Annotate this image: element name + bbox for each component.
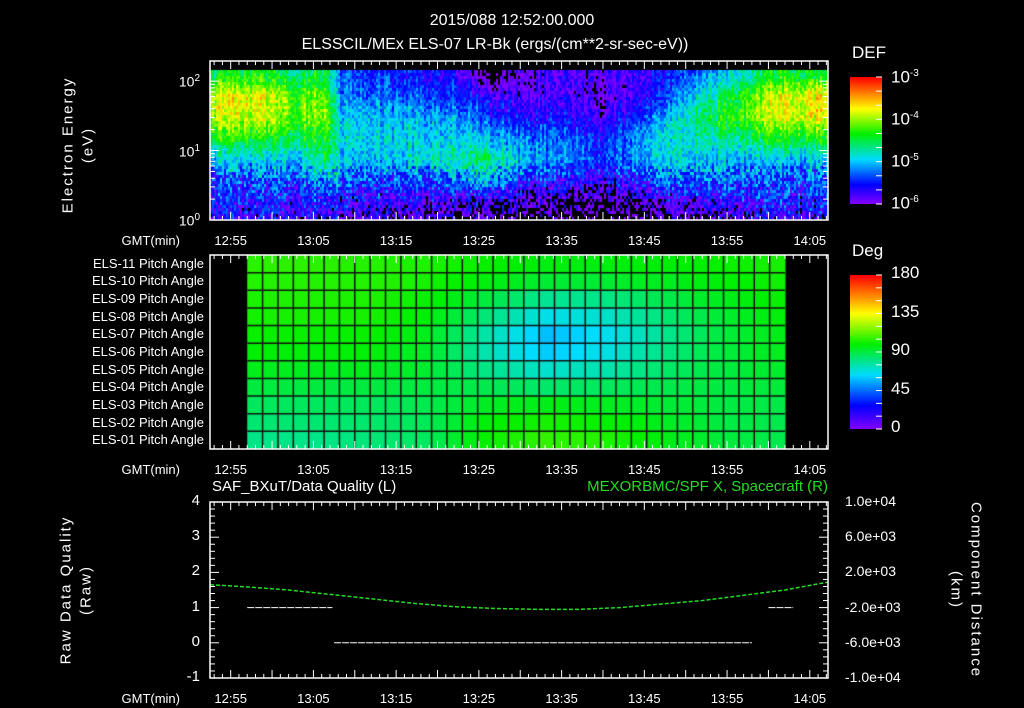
def-colorbar-tick: 10-4: [891, 109, 919, 129]
deg-colorbar-tick: 0: [891, 417, 901, 436]
deg-colorbar-tick: 90: [891, 340, 910, 359]
def-colorbar-tick-exponent: -3: [909, 68, 919, 79]
energy-tick-label-exponent: 1: [194, 142, 200, 154]
pitch-angle-row-label: ELS-01 Pitch Angle: [91, 432, 204, 448]
quality-tick-label: 4: [191, 492, 200, 509]
gmt-axis-label: GMT(min): [121, 462, 181, 477]
time-tick-label: 13:15: [379, 462, 413, 477]
quality-tick-label: 2: [191, 562, 200, 580]
deg-colorbar-tick: 180: [891, 263, 920, 282]
energy-tick-label-exponent: 0: [194, 212, 200, 223]
quality-tick-label: -1: [186, 668, 200, 685]
pitch-angle-row-label: ELS-10 Pitch Angle: [91, 273, 204, 289]
time-tick-label: 13:35: [545, 691, 578, 706]
time-tick-label: 13:45: [628, 233, 661, 248]
deg-colorbar-tick: 45: [891, 378, 910, 398]
time-tick-label: 13:55: [710, 462, 744, 477]
distance-tick-label: -1.0e+04: [845, 669, 901, 685]
gmt-axis-label: GMT(min): [121, 233, 181, 248]
time-tick-label: 12:55: [214, 233, 247, 248]
pitch-angle-row-label: ELS-04 Pitch Angle: [91, 379, 204, 395]
time-tick-label: 13:05: [297, 691, 330, 706]
time-tick-label: 13:15: [379, 691, 413, 706]
distance-tick-label: 2.0e+03: [845, 563, 896, 580]
energy-tick-label: 101: [178, 142, 200, 160]
time-tick-label: 13:55: [710, 691, 744, 706]
quality-axes-box: [209, 501, 829, 679]
time-tick-label: 13:45: [628, 462, 661, 477]
spf-x-line: [209, 581, 829, 611]
distance-tick-label: -2.0e+03: [845, 598, 901, 615]
pitch-angle-row-label: ELS-05 Pitch Angle: [91, 361, 204, 377]
time-tick-label: 14:05: [793, 691, 827, 706]
time-tick-label: 12:55: [214, 462, 247, 477]
pitch-angle-row-label: ELS-02 Pitch Angle: [91, 414, 204, 430]
def-colorbar-tick-exponent: -4: [909, 110, 919, 121]
pitch-angle-row-label: ELS-07 Pitch Angle: [91, 326, 204, 342]
energy-axes-box: [209, 60, 829, 221]
pitch-angle-row-label: ELS-11 Pitch Angle: [92, 255, 204, 271]
time-tick-label: 13:35: [545, 462, 578, 477]
distance-tick-label: -6.0e+03: [845, 633, 901, 650]
quality-tick-label: 3: [191, 527, 200, 545]
time-tick-label: 13:15: [379, 233, 413, 248]
time-tick-label: 13:25: [462, 462, 496, 477]
time-tick-label: 13:45: [628, 691, 661, 706]
time-tick-label: 12:55: [214, 691, 247, 706]
time-tick-label: 13:05: [297, 462, 330, 477]
def-colorbar-tick: 10-5: [891, 151, 919, 171]
pitch-angle-row-label: ELS-03 Pitch Angle: [91, 396, 204, 412]
gmt-axis-label: GMT(min): [121, 691, 181, 706]
def-colorbar-tick-exponent: -5: [909, 152, 919, 163]
def-colorbar-tick: 10-3: [891, 67, 919, 87]
quality-tick-label: 1: [191, 597, 200, 615]
energy-tick-label-exponent: 2: [194, 73, 200, 85]
def-colorbar-tick-exponent: -6: [909, 194, 919, 205]
def-colorbar-tick: 10-6: [891, 193, 919, 213]
pitch-angle-row-label: ELS-06 Pitch Angle: [91, 344, 204, 359]
time-tick-label: 13:05: [297, 233, 330, 248]
pitch-angle-row-label: ELS-08 Pitch Angle: [91, 308, 204, 324]
quality-tick-label: 0: [191, 632, 200, 650]
pitch-angle-row-label: ELS-09 Pitch Angle: [91, 291, 204, 307]
energy-tick-label: 100: [178, 212, 200, 229]
time-tick-label: 13:25: [462, 233, 496, 248]
pitch-axes-box: [209, 254, 829, 450]
distance-tick-label: 6.0e+03: [845, 528, 896, 545]
time-tick-label: 14:05: [793, 462, 827, 477]
time-tick-label: 13:55: [710, 233, 744, 248]
distance-tick-label: 1.0e+04: [845, 493, 896, 509]
energy-tick-label: 102: [178, 73, 200, 90]
time-tick-label: 13:25: [462, 691, 496, 706]
deg-colorbar-tick: 135: [891, 301, 920, 321]
time-tick-label: 14:05: [793, 233, 827, 248]
time-tick-label: 13:35: [545, 233, 578, 248]
